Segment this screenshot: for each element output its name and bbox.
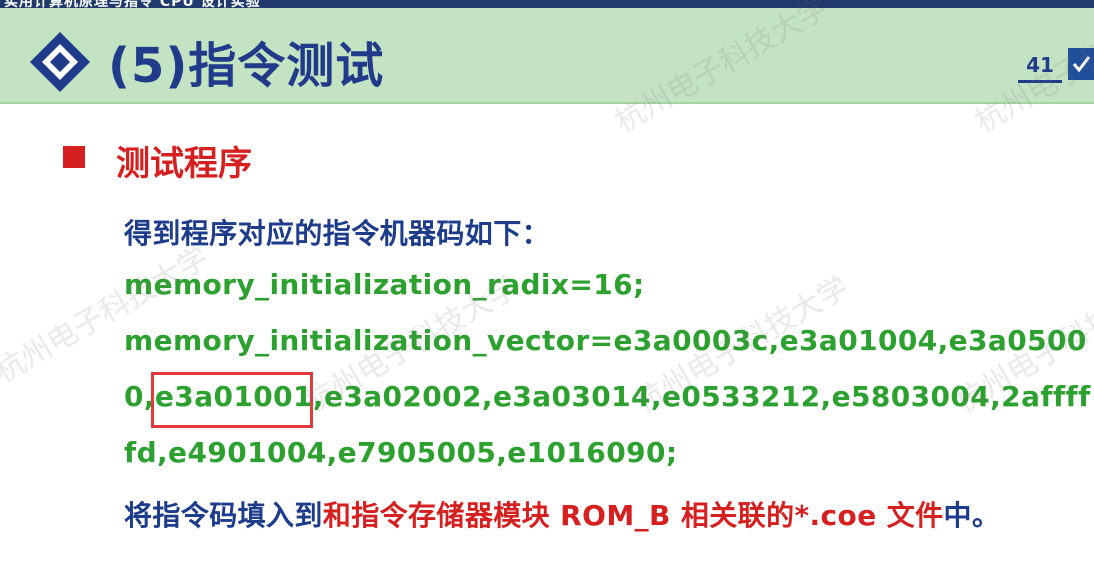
highlight-box: [151, 372, 313, 428]
radix-line: memory_initialization_radix=16;: [124, 268, 645, 301]
page-title: (5)指令测试: [108, 38, 385, 94]
vector-line-1: memory_initialization_vector=e3a0003c,e3…: [124, 324, 1087, 357]
top-strip-text: 实用计算机原理与指令 CPU 设计实验: [4, 0, 261, 8]
final-instruction-line: 将指令码填入到和指令存储器模块 ROM_B 相关联的*.coe 文件中。: [124, 494, 1000, 534]
slide: 实用计算机原理与指令 CPU 设计实验 (5)指令测试 41 测试程序 得到程序…: [0, 0, 1094, 580]
watermark: 杭州电子科技大学: [0, 239, 215, 391]
square-bullet-icon: [63, 146, 85, 168]
intro-text: 得到程序对应的指令机器码如下：: [124, 217, 551, 250]
final-text-part-1: 将指令码填入到: [124, 499, 323, 532]
vector-line-2-post: ,e3a02002,e3a03014,e0533212,e5803004,2af…: [312, 380, 1091, 413]
section-heading: 测试程序: [116, 144, 252, 184]
title-band-divider: [0, 102, 1094, 104]
page-number: 41: [1018, 50, 1062, 83]
check-box-icon: [1068, 48, 1094, 80]
final-text-part-2: 和指令存储器模块 ROM_B 相关联的*.coe 文件: [322, 499, 944, 532]
diamond-icon: [30, 32, 90, 92]
top-strip: 实用计算机原理与指令 CPU 设计实验: [0, 0, 1094, 8]
vector-line-3: fd,e4901004,e7905005,e1016090;: [124, 436, 678, 469]
final-text-part-3: 中。: [943, 499, 1001, 532]
